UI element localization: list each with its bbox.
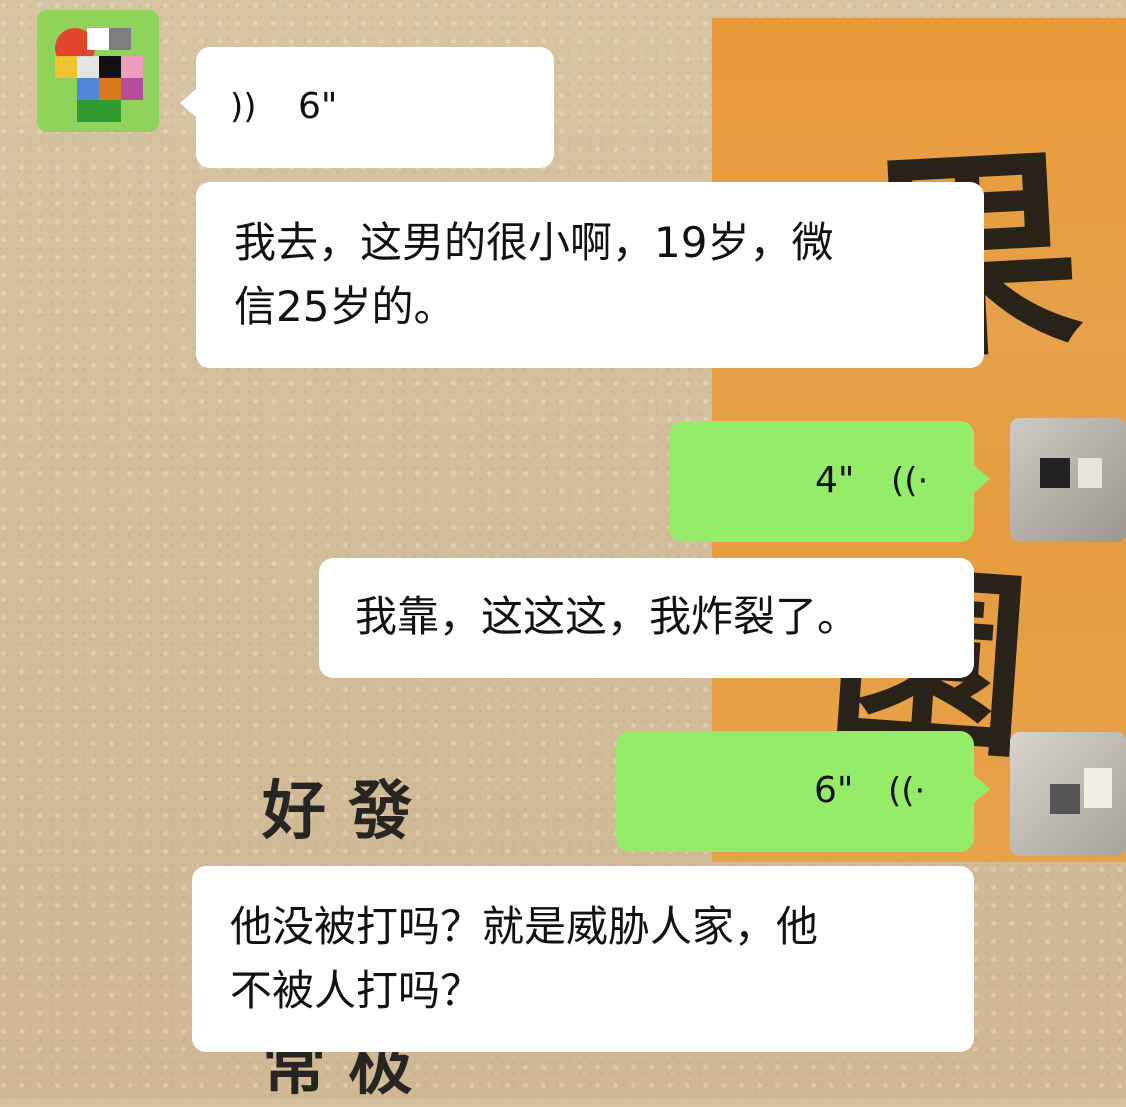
message-voice-right[interactable]: 6" ((·: [616, 731, 990, 852]
message-line: 不被人打吗？: [230, 966, 483, 1015]
avatar-self-2[interactable]: [1010, 732, 1126, 856]
voice-duration: 6": [298, 86, 338, 127]
voice-wave-icon: ((·: [891, 461, 929, 501]
voice-duration: 6": [814, 770, 854, 811]
message-line: 我靠，这这这，我炸裂了。: [355, 592, 860, 641]
message-voice-right[interactable]: 4" ((·: [669, 421, 990, 542]
message-line: 信25岁的。: [234, 282, 456, 331]
message-text-left[interactable]: 我去，这男的很小啊，19岁，微 信25岁的。: [196, 182, 984, 368]
message-line: 他没被打吗？就是威胁人家，他: [230, 902, 819, 951]
message-text-left[interactable]: 我靠，这这这，我炸裂了。: [319, 558, 974, 678]
voice-wave-icon: )): [230, 87, 257, 127]
avatar-self[interactable]: [1010, 418, 1126, 542]
message-voice-left[interactable]: )) 6": [180, 47, 554, 168]
avatar-contact[interactable]: [37, 10, 159, 132]
message-line: 我去，这男的很小啊，19岁，微: [234, 218, 834, 267]
voice-duration: 4": [815, 460, 855, 501]
message-text-left[interactable]: 他没被打吗？就是威胁人家，他 不被人打吗？: [192, 866, 974, 1052]
wallpaper-calligraphy-small-1: 好 發: [262, 774, 413, 849]
voice-wave-icon: ((·: [888, 771, 926, 811]
